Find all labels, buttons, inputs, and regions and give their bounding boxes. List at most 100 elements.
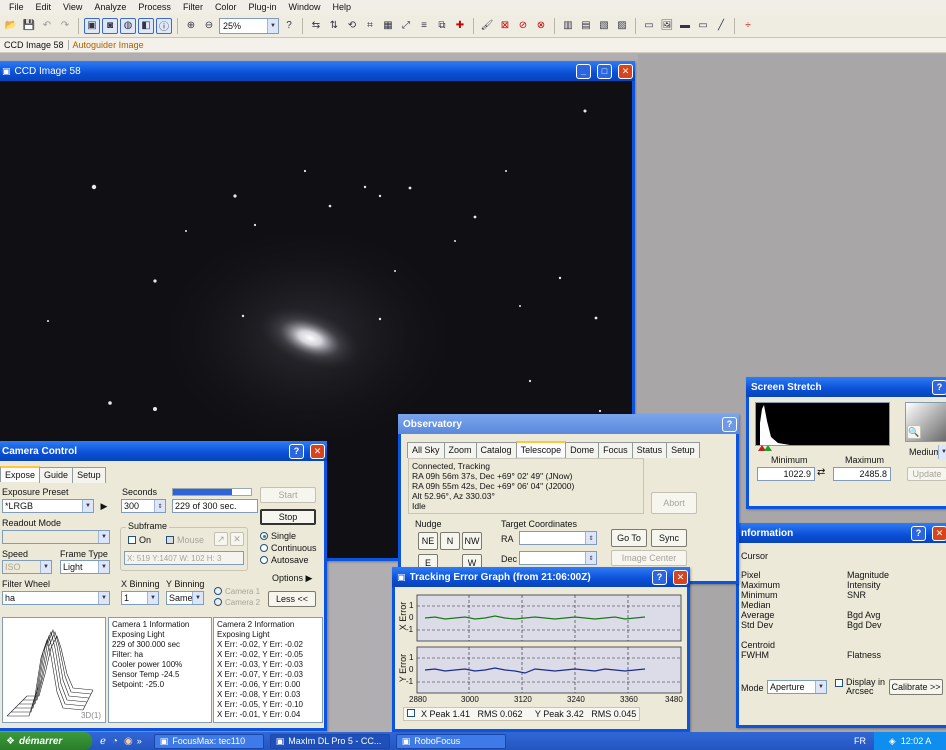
stretch-window-icon[interactable]: ◧ <box>138 17 154 34</box>
line-icon[interactable]: ╱ <box>713 18 729 34</box>
menu-analyze[interactable]: Analyze <box>89 2 131 12</box>
image-window-icon[interactable]: ▣ <box>84 17 100 34</box>
speed-select[interactable]: ISO ▼ <box>2 560 52 574</box>
exposure-preset-select[interactable]: *LRGB ▼ <box>2 499 94 513</box>
menu-view[interactable]: View <box>58 2 87 12</box>
doc-tab-ccd-image[interactable]: CCD Image 58 <box>0 40 68 50</box>
subframe-on-checkbox[interactable]: On <box>128 535 151 545</box>
picture-icon[interactable]: 🖼 <box>659 18 675 34</box>
tray-network-icon[interactable]: ◈ <box>889 736 896 747</box>
align-icon[interactable]: ≡ <box>416 18 432 34</box>
camera-control-titlebar[interactable]: Camera Control ? ✕ <box>0 441 327 461</box>
tab-catalog[interactable]: Catalog <box>475 442 517 458</box>
tab-all-sky[interactable]: All Sky <box>407 442 445 458</box>
doc-tab-autoguider[interactable]: Autoguider Image <box>67 40 148 50</box>
swap-icon[interactable]: ⇄ <box>817 467 825 478</box>
menu-help[interactable]: Help <box>327 2 356 12</box>
tab-focus[interactable]: Focus <box>598 442 633 458</box>
seconds-input[interactable]: 300 ⇕ <box>121 499 166 513</box>
continuous-radio[interactable]: Continuous <box>260 543 317 553</box>
flip-icon[interactable]: ⇆ <box>308 18 324 34</box>
menu-process[interactable]: Process <box>133 2 176 12</box>
close-icon[interactable]: ✕ <box>932 525 946 541</box>
layout-2-icon[interactable]: ▤ <box>578 18 594 34</box>
start-button[interactable]: ❖ démarrer <box>0 732 92 750</box>
calibrate-icon[interactable]: ⊠ <box>497 18 513 34</box>
zoom-out-icon[interactable]: ⊖ <box>201 18 217 34</box>
tab-expose[interactable]: Expose <box>0 466 41 482</box>
zoom-in-button[interactable]: 🔍 <box>907 425 921 439</box>
zoom-select[interactable]: 25% ▼ <box>219 17 279 34</box>
x-binning-select[interactable]: 1 ▼ <box>121 591 159 605</box>
observatory-window-icon[interactable]: ◍ <box>120 17 136 34</box>
observatory-titlebar[interactable]: Observatory ? <box>398 414 739 434</box>
menu-edit[interactable]: Edit <box>31 2 57 12</box>
task-focusmax[interactable]: ▣ FocusMax: tec110 <box>153 733 264 749</box>
math-icon[interactable]: ÷ <box>740 18 756 34</box>
layout-1-icon[interactable]: ▥ <box>560 18 576 34</box>
help-pointer-icon[interactable]: ? <box>281 18 297 34</box>
panel-icon[interactable]: ▬ <box>677 18 693 34</box>
nudge-ne-button[interactable]: NE <box>418 532 438 550</box>
help-icon[interactable]: ? <box>652 569 667 585</box>
menu-window[interactable]: Window <box>283 2 325 12</box>
nudge-n-button[interactable]: N <box>440 532 460 550</box>
menu-plugin[interactable]: Plug-in <box>243 2 281 12</box>
tab-telescope[interactable]: Telescope <box>515 441 567 457</box>
quick-launch-more-icon[interactable]: » <box>137 736 142 746</box>
close-icon[interactable]: ✕ <box>673 569 688 585</box>
strip-icon[interactable]: ▭ <box>695 18 711 34</box>
subframe-clear-button[interactable]: ✕ <box>230 532 244 546</box>
tab-guide[interactable]: Guide <box>39 467 74 483</box>
resize-icon[interactable]: ⤢ <box>398 18 414 34</box>
no-entry-icon[interactable]: ⊘ <box>515 18 531 34</box>
layout-4-icon[interactable]: ▨ <box>614 18 630 34</box>
crop-icon[interactable]: ⌗ <box>362 18 378 34</box>
rectangle-icon[interactable]: ▭ <box>641 18 657 34</box>
mode-select[interactable]: Aperture ▼ <box>767 680 827 694</box>
tab-camera-setup[interactable]: Setup <box>72 467 106 483</box>
bin-icon[interactable]: ▦ <box>380 18 396 34</box>
goto-button[interactable]: Go To <box>611 529 647 547</box>
task-maxim-dl[interactable]: ▣ MaxIm DL Pro 5 - CC... <box>269 733 390 749</box>
checkbox-icon[interactable] <box>407 709 415 717</box>
help-icon[interactable]: ? <box>289 443 304 459</box>
rotate-icon[interactable]: ⟲ <box>344 18 360 34</box>
camera-window-icon[interactable]: ◙ <box>102 17 118 34</box>
close-icon[interactable]: ✕ <box>618 63 633 79</box>
quick-launch-folder-icon[interactable]: ◔ <box>112 736 118 747</box>
zoom-in-icon[interactable]: ⊕ <box>183 18 199 34</box>
tab-dome[interactable]: Dome <box>565 442 600 458</box>
quick-launch-ie-icon[interactable]: ℯ <box>100 736 106 747</box>
ra-input[interactable]: ⇕ <box>519 531 597 545</box>
y-binning-select[interactable]: Same ▼ <box>166 591 204 605</box>
tab-status[interactable]: Status <box>631 442 668 458</box>
close-icon[interactable]: ✕ <box>310 443 325 459</box>
layout-3-icon[interactable]: ▧ <box>596 18 612 34</box>
mirror-icon[interactable]: ⇅ <box>326 18 342 34</box>
language-indicator[interactable]: FR <box>854 736 866 746</box>
sync-button[interactable]: Sync <box>651 529 687 547</box>
info-window-icon[interactable]: ⓘ <box>156 17 172 34</box>
filter-wheel-select[interactable]: ha ▼ <box>2 591 110 605</box>
abort-button[interactable]: Abort <box>651 492 697 514</box>
options-button[interactable]: Options ▶ <box>272 573 312 584</box>
ccd-image-titlebar[interactable]: ▣ CCD Image 58 _ □ ✕ <box>0 61 635 81</box>
quick-launch-media-icon[interactable]: ◉ <box>124 736 133 747</box>
menu-filter[interactable]: Filter <box>178 2 208 12</box>
autosave-radio[interactable]: Autosave <box>260 555 309 565</box>
help-icon[interactable]: ? <box>722 416 737 432</box>
readout-mode-select[interactable]: ▼ <box>2 530 110 544</box>
save-icon[interactable]: 💾 <box>21 18 37 34</box>
redo-icon[interactable]: ↷ <box>57 18 73 34</box>
calibrate-button[interactable]: Calibrate >> <box>889 679 943 695</box>
remove-icon[interactable]: ⊗ <box>533 18 549 34</box>
update-button[interactable]: Update <box>907 467 946 481</box>
less-button[interactable]: Less << <box>268 591 316 607</box>
stop-button[interactable]: Stop <box>260 509 316 525</box>
camera1-radio[interactable]: Camera 1 <box>214 587 260 596</box>
maximize-icon[interactable]: □ <box>597 63 612 79</box>
max-marker-icon[interactable] <box>764 445 772 451</box>
undo-icon[interactable]: ↶ <box>39 18 55 34</box>
tab-setup[interactable]: Setup <box>666 442 700 458</box>
